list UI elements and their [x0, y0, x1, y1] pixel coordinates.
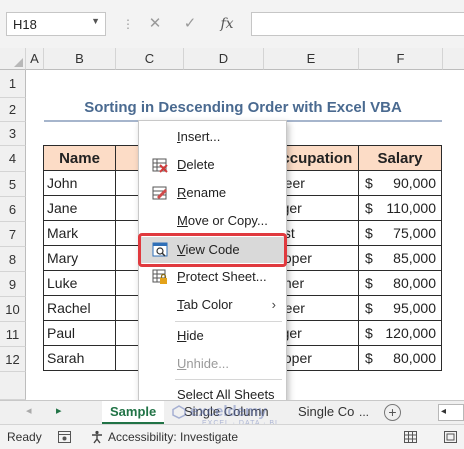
normal-view-icon[interactable]: [404, 431, 417, 443]
status-ready: Ready: [7, 430, 42, 444]
exceldemy-logo-icon: [172, 405, 186, 419]
add-sheet-icon[interactable]: +: [384, 404, 401, 421]
macro-record-icon[interactable]: [58, 431, 71, 443]
table-cell-salary[interactable]: $80,000: [358, 345, 442, 371]
table-cell-salary[interactable]: $75,000: [358, 220, 442, 246]
scroll-left-icon[interactable]: ◂: [441, 406, 446, 417]
column-header-c[interactable]: C: [116, 48, 184, 70]
row-header[interactable]: 1: [0, 70, 26, 98]
salary-value: 75,000: [393, 225, 436, 241]
select-all-corner[interactable]: [0, 48, 26, 70]
menu-item-delete[interactable]: Delete: [139, 152, 286, 178]
salary-value: 110,000: [386, 200, 436, 216]
table-cell-salary[interactable]: $120,000: [358, 320, 442, 346]
menu-separator: [175, 379, 282, 380]
status-accessibility[interactable]: Accessibility: Investigate: [108, 430, 238, 444]
table-cell-name[interactable]: Paul: [43, 320, 116, 346]
salary-value: 120,000: [385, 325, 436, 341]
table-cell-name[interactable]: Sarah: [43, 345, 116, 371]
row-header[interactable]: 9: [0, 272, 26, 297]
column-header-d[interactable]: D: [184, 48, 264, 70]
protect-sheet-icon: [152, 269, 167, 284]
table-cell-salary[interactable]: $85,000: [358, 245, 442, 271]
salary-value: 80,000: [393, 350, 436, 366]
menu-item-move-or-copy[interactable]: Move or Copy...: [139, 208, 286, 234]
sheet-title: Sorting in Descending Order with Excel V…: [84, 99, 402, 116]
column-header-e[interactable]: E: [264, 48, 359, 70]
select-all-icon: [14, 58, 23, 67]
tabs-overflow-icon[interactable]: ...: [359, 401, 369, 424]
row-header[interactable]: 6: [0, 197, 26, 222]
table-cell-salary[interactable]: $110,000: [358, 195, 442, 221]
accessibility-icon[interactable]: [90, 430, 104, 444]
salary-value: 85,000: [393, 250, 436, 266]
tab-scroll-prev-icon[interactable]: ◂: [26, 404, 32, 417]
horizontal-scrollbar[interactable]: ◂: [438, 404, 464, 421]
column-header-f[interactable]: F: [359, 48, 443, 70]
header-cell-salary[interactable]: Salary: [358, 145, 442, 171]
column-header-b[interactable]: B: [44, 48, 116, 70]
menu-separator: [175, 321, 282, 322]
menu-item-tab-color[interactable]: Tab Color ›: [139, 292, 286, 318]
row-header[interactable]: 4: [0, 146, 26, 172]
table-cell-name[interactable]: Mark: [43, 220, 116, 246]
row-header[interactable]: 10: [0, 297, 26, 322]
sheet-tab-single-co[interactable]: Single Co: [298, 401, 354, 424]
table-cell-salary[interactable]: $80,000: [358, 270, 442, 296]
table-cell-name[interactable]: Jane: [43, 195, 116, 221]
enter-icon[interactable]: ✓: [180, 13, 200, 35]
currency-symbol: $: [365, 275, 373, 291]
name-box[interactable]: H18 ▼: [6, 12, 106, 36]
row-header[interactable]: [0, 372, 26, 400]
salary-value: 90,000: [393, 175, 436, 191]
chevron-down-icon[interactable]: ▼: [91, 16, 100, 26]
menu-item-insert[interactable]: Insert...: [139, 124, 286, 150]
row-header[interactable]: 8: [0, 247, 26, 272]
formula-input[interactable]: [251, 12, 464, 36]
status-bar: Ready Accessibility: Investigate: [0, 424, 464, 449]
delete-sheet-icon: [152, 158, 168, 173]
currency-symbol: $: [365, 250, 373, 266]
table-cell-salary[interactable]: $90,000: [358, 170, 442, 196]
formula-bar: H18 ▼ ⋮ ✕ ✓ fx: [0, 0, 464, 48]
currency-symbol: $: [365, 300, 373, 316]
table-cell-name[interactable]: Rachel: [43, 295, 116, 321]
page-layout-icon[interactable]: [444, 431, 457, 443]
row-header[interactable]: 7: [0, 222, 26, 247]
header-cell-name[interactable]: Name: [43, 145, 116, 171]
chevron-right-icon: ›: [271, 297, 276, 312]
salary-value: 80,000: [393, 275, 436, 291]
column-header-a[interactable]: A: [26, 48, 44, 70]
row-header[interactable]: 5: [0, 172, 26, 197]
currency-symbol: $: [365, 200, 373, 216]
view-code-highlight-box: [138, 233, 287, 267]
currency-symbol: $: [365, 225, 373, 241]
table-cell-name[interactable]: John: [43, 170, 116, 196]
currency-symbol: $: [365, 325, 373, 341]
row-header[interactable]: 3: [0, 122, 26, 146]
table-cell-salary[interactable]: $95,000: [358, 295, 442, 321]
menu-item-rename[interactable]: Rename: [139, 180, 286, 206]
menu-item-hide[interactable]: Hide: [139, 323, 286, 349]
row-header[interactable]: 11: [0, 322, 26, 347]
table-cell-name[interactable]: Mary: [43, 245, 116, 271]
cancel-icon[interactable]: ✕: [145, 13, 165, 35]
menu-item-protect-sheet[interactable]: Protect Sheet...: [139, 264, 286, 290]
row-header[interactable]: 2: [0, 98, 26, 122]
currency-symbol: $: [365, 175, 373, 191]
drag-handle-icon[interactable]: ⋮: [122, 16, 134, 32]
tab-scroll-next-icon[interactable]: ▸: [56, 404, 62, 417]
name-box-value: H18: [13, 17, 37, 32]
column-header-g[interactable]: [443, 48, 464, 70]
table-cell-name[interactable]: Luke: [43, 270, 116, 296]
sheet-tab-sample[interactable]: Sample: [102, 401, 165, 424]
currency-symbol: $: [365, 350, 373, 366]
insert-function-icon[interactable]: fx: [217, 13, 237, 35]
rename-sheet-icon: [152, 186, 167, 200]
row-header[interactable]: 12: [0, 347, 26, 372]
salary-value: 95,000: [393, 300, 436, 316]
menu-item-unhide: Unhide...: [177, 356, 230, 371]
